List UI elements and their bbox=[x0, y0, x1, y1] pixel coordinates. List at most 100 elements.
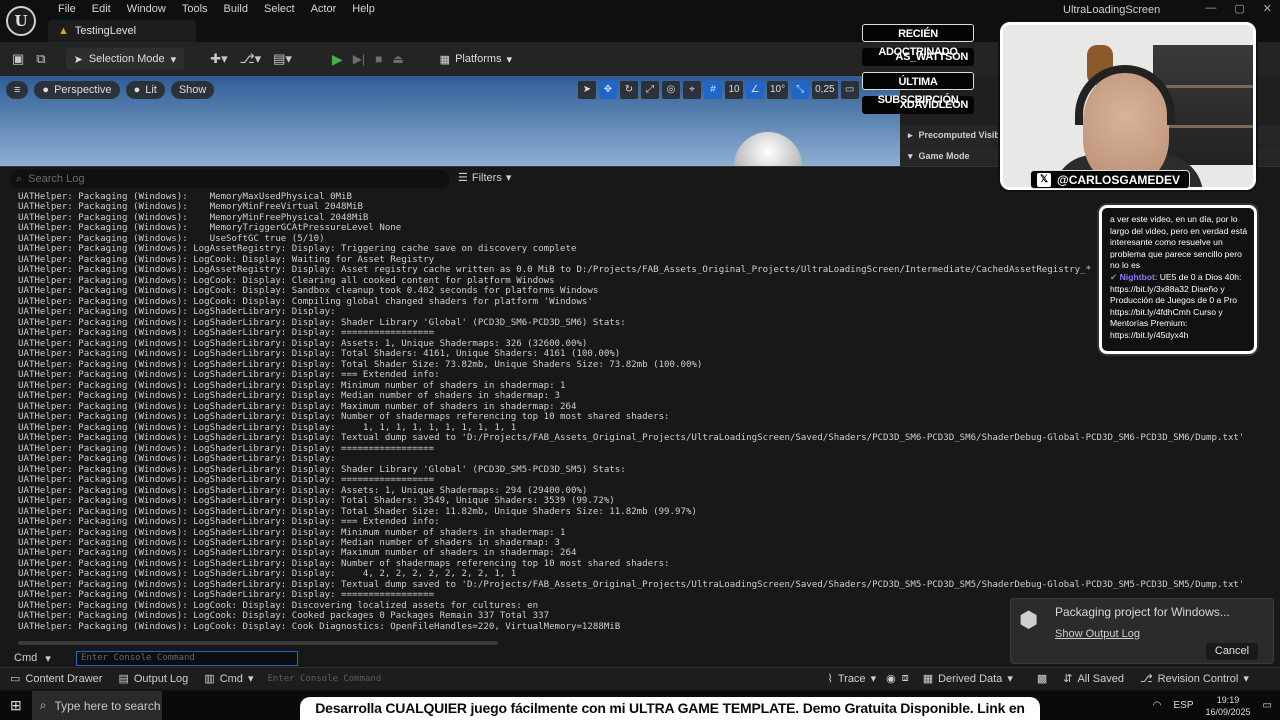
output-log-button[interactable]: ▤ Output Log bbox=[118, 672, 188, 686]
minimize-icon[interactable]: — bbox=[1205, 2, 1216, 15]
menu-item-file[interactable]: File bbox=[50, 2, 84, 16]
scale-tool-icon[interactable]: ⤢ bbox=[641, 81, 659, 99]
windows-start-icon[interactable]: ⊞ bbox=[10, 697, 22, 714]
menu-item-build[interactable]: Build bbox=[216, 2, 256, 16]
log-line: UATHelper: Packaging (Windows): MemoryMi… bbox=[18, 212, 369, 223]
level-viewport[interactable]: ≡ ● Perspective ● Lit Show ➤ ✥ ↻ ⤢ ◎ ⌖ #… bbox=[0, 76, 900, 166]
selection-mode-dropdown[interactable]: ➤ Selection Mode ▾ bbox=[65, 48, 185, 70]
unreal-logo-icon[interactable]: U bbox=[6, 6, 36, 36]
revision-control-dropdown[interactable]: ⎇ Revision Control ▾ bbox=[1140, 672, 1249, 686]
select-tool-icon[interactable]: ➤ bbox=[578, 81, 596, 99]
eject-icon[interactable]: ⏏ bbox=[392, 52, 403, 66]
content-browser-icon[interactable]: ⧉ bbox=[36, 51, 45, 67]
menu-item-help[interactable]: Help bbox=[344, 2, 383, 16]
platforms-icon: ▦ bbox=[439, 53, 451, 66]
camera-speed-icon[interactable]: ▭ bbox=[840, 81, 859, 99]
trace-dropdown[interactable]: ⌇ Trace ▾ bbox=[827, 672, 876, 686]
perspective-button[interactable]: ● Perspective bbox=[34, 81, 120, 99]
world-space-icon[interactable]: ◎ bbox=[662, 81, 680, 99]
cancel-button[interactable]: Cancel bbox=[1206, 643, 1258, 660]
log-line: UATHelper: Packaging (Windows): LogCook:… bbox=[18, 275, 555, 286]
chevron-down-icon: ▾ bbox=[247, 673, 254, 685]
chevron-down-icon: ▾ bbox=[45, 652, 51, 665]
play-icon[interactable]: ▶ bbox=[332, 51, 343, 68]
all-saved-button[interactable]: ⇵ All Saved bbox=[1063, 672, 1124, 686]
menu-item-window[interactable]: Window bbox=[119, 2, 174, 16]
menu-item-actor[interactable]: Actor bbox=[303, 2, 345, 16]
transform-toolbar: ➤ ✥ ↻ ⤢ ◎ ⌖ # 10 ∠ 10° ⤡ 0,25 ▭ bbox=[578, 81, 859, 99]
screenshot-icon[interactable]: ⧈ bbox=[902, 672, 909, 685]
horizontal-scrollbar[interactable] bbox=[18, 641, 498, 645]
log-line: UATHelper: Packaging (Windows): LogShade… bbox=[18, 569, 517, 580]
log-line: UATHelper: Packaging (Windows): LogShade… bbox=[18, 527, 566, 538]
chevron-down-icon: ▾ bbox=[1243, 673, 1249, 685]
close-icon[interactable]: ✕ bbox=[1263, 2, 1272, 15]
log-line: UATHelper: Packaging (Windows): LogShade… bbox=[18, 401, 577, 412]
grid-snap-icon[interactable]: # bbox=[704, 81, 722, 99]
stop-icon[interactable]: ■ bbox=[375, 52, 382, 66]
log-line: UATHelper: Packaging (Windows): LogCook:… bbox=[18, 286, 599, 297]
wifi-icon[interactable]: ◠ bbox=[1153, 700, 1162, 711]
blueprint-icon[interactable]: ⎇▾ bbox=[240, 51, 262, 67]
derived-data-dropdown[interactable]: ▦ Derived Data ▾ bbox=[922, 672, 1013, 686]
status-console-input[interactable]: Enter Console Command bbox=[267, 674, 417, 684]
cmd-dropdown[interactable]: ▥ Cmd ▾ bbox=[204, 672, 254, 686]
rotation-snap-icon[interactable]: ∠ bbox=[746, 81, 764, 99]
taskbar-search-box[interactable]: ⌕ Type here to search bbox=[31, 691, 162, 720]
notifications-icon[interactable]: ▭ bbox=[1263, 700, 1272, 711]
show-output-log-link[interactable]: Show Output Log bbox=[1055, 628, 1140, 640]
credit-recent-label: RECIÉN ADOCTRINADO bbox=[862, 24, 974, 58]
cinematics-icon[interactable]: ▤▾ bbox=[273, 51, 292, 67]
save-icon[interactable]: ▣ bbox=[12, 51, 24, 67]
rotate-tool-icon[interactable]: ↻ bbox=[620, 81, 638, 99]
content-drawer-button[interactable]: ▭ Content Drawer bbox=[10, 672, 102, 686]
show-button[interactable]: Show bbox=[170, 81, 215, 99]
verified-badge-icon: ✔ bbox=[1110, 271, 1118, 282]
hamburger-menu-button[interactable]: ≡ bbox=[6, 81, 29, 99]
log-line: UATHelper: Packaging (Windows): LogShade… bbox=[18, 548, 577, 559]
scale-snap-value[interactable]: 0,25 bbox=[812, 81, 838, 99]
step-icon[interactable]: ▶| bbox=[353, 52, 365, 66]
grid-size-value[interactable]: 10 bbox=[725, 81, 743, 99]
log-line: UATHelper: Packaging (Windows): LogShade… bbox=[18, 464, 626, 475]
menu-item-select[interactable]: Select bbox=[256, 2, 303, 16]
clock[interactable]: 19:19 16/09/2025 bbox=[1206, 694, 1251, 718]
bot-name: Nightbot bbox=[1119, 271, 1155, 282]
level-tab[interactable]: ▲ TestingLevel bbox=[48, 20, 197, 42]
menu-item-edit[interactable]: Edit bbox=[84, 2, 119, 16]
webcam-feed bbox=[1000, 22, 1256, 190]
shelf-line bbox=[1153, 85, 1253, 88]
clock-time: 19:19 bbox=[1216, 694, 1240, 705]
rotation-snap-value[interactable]: 10° bbox=[767, 81, 789, 99]
cmd-dropdown[interactable]: Cmd ▾ bbox=[14, 652, 74, 665]
database-icon: ▦ bbox=[922, 673, 934, 685]
x-logo-icon: 𝕏 bbox=[1037, 172, 1051, 187]
search-icon: ⌕ bbox=[39, 698, 47, 712]
log-line: UATHelper: Packaging (Windows): MemoryMi… bbox=[18, 202, 363, 213]
scale-snap-icon[interactable]: ⤡ bbox=[791, 81, 810, 99]
level-icon: ▲ bbox=[58, 25, 69, 37]
record-icon[interactable]: ◉ bbox=[886, 672, 896, 685]
console-command-input[interactable]: Enter Console Command bbox=[76, 650, 298, 666]
add-actor-icon[interactable]: ✚▾ bbox=[210, 51, 227, 67]
translate-tool-icon[interactable]: ✥ bbox=[599, 81, 617, 99]
language-indicator[interactable]: ESP bbox=[1173, 700, 1193, 711]
unsaved-icon[interactable]: ▩ bbox=[1037, 672, 1047, 685]
search-log-input[interactable]: ⌕ Search Log bbox=[10, 170, 450, 188]
lit-label: Lit bbox=[145, 84, 157, 96]
log-line: UATHelper: Packaging (Windows): LogAsset… bbox=[18, 244, 577, 255]
maximize-icon[interactable]: ▢ bbox=[1234, 2, 1244, 15]
log-line: UATHelper: Packaging (Windows): LogShade… bbox=[18, 422, 517, 433]
platforms-dropdown[interactable]: ▦ Platforms ▾ bbox=[440, 53, 512, 66]
chat-message: a ver este video, en un día, por lo larg… bbox=[1110, 214, 1248, 271]
log-line: UATHelper: Packaging (Windows): MemoryTr… bbox=[18, 223, 402, 234]
surface-snap-icon[interactable]: ⌖ bbox=[683, 81, 701, 99]
log-line: UATHelper: Packaging (Windows): LogShade… bbox=[18, 443, 435, 454]
lit-icon: ● bbox=[133, 84, 141, 96]
stream-chat: a ver este video, en un día, por lo larg… bbox=[1099, 205, 1257, 354]
log-text-area[interactable]: UATHelper: Packaging (Windows): MemoryMa… bbox=[18, 192, 1258, 640]
filters-dropdown[interactable]: ☰ Filters ▾ bbox=[458, 171, 511, 185]
lit-button[interactable]: ● Lit bbox=[125, 81, 165, 99]
menu-item-tools[interactable]: Tools bbox=[174, 2, 216, 16]
log-line: UATHelper: Packaging (Windows): LogShade… bbox=[18, 391, 561, 402]
